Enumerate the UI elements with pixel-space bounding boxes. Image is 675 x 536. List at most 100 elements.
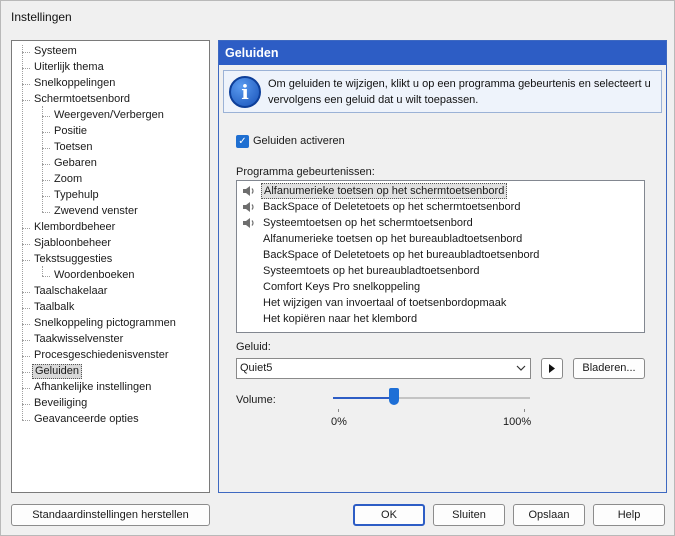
tree-connector xyxy=(22,340,30,341)
enable-sounds-checkbox[interactable]: ✓ xyxy=(236,135,249,148)
event-label: Alfanumerieke toetsen op het bureaubladt… xyxy=(263,233,523,245)
event-list-item[interactable]: Het wijzigen van invoertaal of toetsenbo… xyxy=(239,295,639,311)
tree-connector xyxy=(42,148,50,149)
tree-connector xyxy=(22,404,30,405)
event-label: Systeemtoets op het bureaubladtoetsenbor… xyxy=(263,265,480,277)
tree-item[interactable]: Uiterlijk thema xyxy=(32,60,106,75)
tree-connector xyxy=(22,84,30,85)
tree-item[interactable]: Geavanceerde opties xyxy=(32,412,141,427)
settings-window: Instellingen Systeem Uiterlijk thema Snelk… xyxy=(0,0,675,536)
volume-tick-max xyxy=(524,409,525,412)
tree-connector xyxy=(42,196,50,197)
tree-connector xyxy=(42,266,43,276)
tree-connector xyxy=(22,244,30,245)
tree-connector xyxy=(22,228,30,229)
enable-sounds-label[interactable]: Geluiden activeren xyxy=(253,135,345,148)
close-button[interactable]: Sluiten xyxy=(433,504,505,526)
tree-item[interactable]: Zwevend venster xyxy=(52,204,140,219)
event-label: BackSpace of Deletetoets op het bureaubl… xyxy=(263,249,540,261)
tree-connector xyxy=(22,324,30,325)
events-list[interactable]: Alfanumerieke toetsen op het schermtoets… xyxy=(236,180,645,333)
browse-button[interactable]: Bladeren... xyxy=(573,358,645,379)
tree-connector xyxy=(22,45,23,420)
sound-select-value: Quiet5 xyxy=(240,362,273,374)
panel-title: Geluiden xyxy=(219,41,666,65)
tree-connector xyxy=(22,100,30,101)
volume-tick-min xyxy=(338,409,339,412)
tree-connector xyxy=(42,180,50,181)
event-label: Systeemtoetsen op het schermtoetsenbord xyxy=(263,217,473,229)
tree-connector xyxy=(22,356,30,357)
tree-connector xyxy=(22,308,30,309)
settings-tree[interactable]: Systeem Uiterlijk thema Snelkoppelingen Sch… xyxy=(11,40,210,493)
tree-item[interactable]: Positie xyxy=(52,124,89,139)
event-label: BackSpace of Deletetoets op het schermto… xyxy=(263,201,521,213)
tree-item[interactable]: Systeem xyxy=(32,44,79,59)
event-list-item[interactable]: Alfanumerieke toetsen op het bureaubladt… xyxy=(239,231,639,247)
save-button[interactable]: Opslaan xyxy=(513,504,585,526)
tree-item[interactable]: Geluiden xyxy=(32,364,83,379)
volume-slider-track[interactable] xyxy=(333,397,530,399)
event-label: Het wijzigen van invoertaal of toetsenbo… xyxy=(263,297,507,309)
help-button[interactable]: Help xyxy=(593,504,665,526)
tree-connector xyxy=(22,260,30,261)
sounds-panel: Geluiden i Om geluiden te wijzigen, klik… xyxy=(218,40,667,493)
info-box: i Om geluiden te wijzigen, klikt u op ee… xyxy=(223,70,662,113)
window-title: Instellingen xyxy=(11,10,72,24)
chevron-down-icon xyxy=(516,359,526,385)
tree-item[interactable]: Gebaren xyxy=(52,156,99,171)
tree-connector xyxy=(42,116,50,117)
volume-label: Volume: xyxy=(236,394,276,406)
play-icon xyxy=(548,363,556,374)
tree-connector xyxy=(22,52,30,53)
info-text-line-2: vervolgens een geluid dat u wilt toepass… xyxy=(268,94,479,106)
tree-item[interactable]: Schermtoetsenbord xyxy=(32,92,132,107)
tree-item[interactable]: Tekstsuggesties xyxy=(32,252,114,267)
tree-connector xyxy=(22,292,30,293)
tree-item[interactable]: Weergeven/Verbergen xyxy=(52,108,166,123)
tree-connector xyxy=(22,372,30,373)
event-list-item[interactable]: Alfanumerieke toetsen op het schermtoets… xyxy=(239,183,639,199)
info-icon: i xyxy=(229,76,261,108)
tree-item[interactable]: Snelkoppeling pictogrammen xyxy=(32,316,178,331)
tree-connector xyxy=(42,212,50,213)
event-list-item[interactable]: BackSpace of Deletetoets op het bureaubl… xyxy=(239,247,639,263)
speaker-icon xyxy=(242,201,256,213)
tree-connector xyxy=(42,164,50,165)
events-label: Programma gebeurtenissen: xyxy=(236,166,375,178)
play-button[interactable] xyxy=(541,358,563,379)
tree-connector xyxy=(22,68,30,69)
volume-slider-fill xyxy=(333,397,395,399)
tree-item[interactable]: Typehulp xyxy=(52,188,101,203)
event-label: Comfort Keys Pro snelkoppeling xyxy=(263,281,421,293)
volume-slider-thumb[interactable] xyxy=(389,388,400,405)
tree-item[interactable]: Toetsen xyxy=(52,140,95,155)
tree-connector xyxy=(22,388,30,389)
tree-item[interactable]: Taalschakelaar xyxy=(32,284,109,299)
sound-select[interactable]: Quiet5 xyxy=(236,358,531,379)
tree-item[interactable]: Snelkoppelingen xyxy=(32,76,117,91)
info-text-line-1: Om geluiden te wijzigen, klikt u op een … xyxy=(268,78,651,90)
event-list-item[interactable]: Systeemtoetsen op het schermtoetsenbord xyxy=(239,215,639,231)
tree-item[interactable]: Zoom xyxy=(52,172,84,187)
tree-item[interactable]: Sjabloonbeheer xyxy=(32,236,113,251)
reset-defaults-button[interactable]: Standaardinstellingen herstellen xyxy=(11,504,210,526)
tree-item[interactable]: Beveiliging xyxy=(32,396,89,411)
event-label: Het kopiëren naar het klembord xyxy=(263,313,418,325)
tree-connector xyxy=(42,106,43,212)
tree-item[interactable]: Woordenboeken xyxy=(52,268,137,283)
ok-button[interactable]: OK xyxy=(353,504,425,526)
tree-connector xyxy=(22,420,30,421)
event-list-item[interactable]: Comfort Keys Pro snelkoppeling xyxy=(239,279,639,295)
speaker-icon xyxy=(242,217,256,229)
tree-item[interactable]: Procesgeschiedenisvenster xyxy=(32,348,171,363)
tree-item[interactable]: Taalbalk xyxy=(32,300,76,315)
volume-min-label: 0% xyxy=(331,416,347,428)
event-list-item[interactable]: Systeemtoets op het bureaubladtoetsenbor… xyxy=(239,263,639,279)
tree-item[interactable]: Taakwisselvenster xyxy=(32,332,125,347)
event-list-item[interactable]: Het kopiëren naar het klembord xyxy=(239,311,639,327)
volume-max-label: 100% xyxy=(503,416,532,428)
tree-item[interactable]: Afhankelijke instellingen xyxy=(32,380,153,395)
event-list-item[interactable]: BackSpace of Deletetoets op het schermto… xyxy=(239,199,639,215)
tree-item[interactable]: Klembordbeheer xyxy=(32,220,117,235)
